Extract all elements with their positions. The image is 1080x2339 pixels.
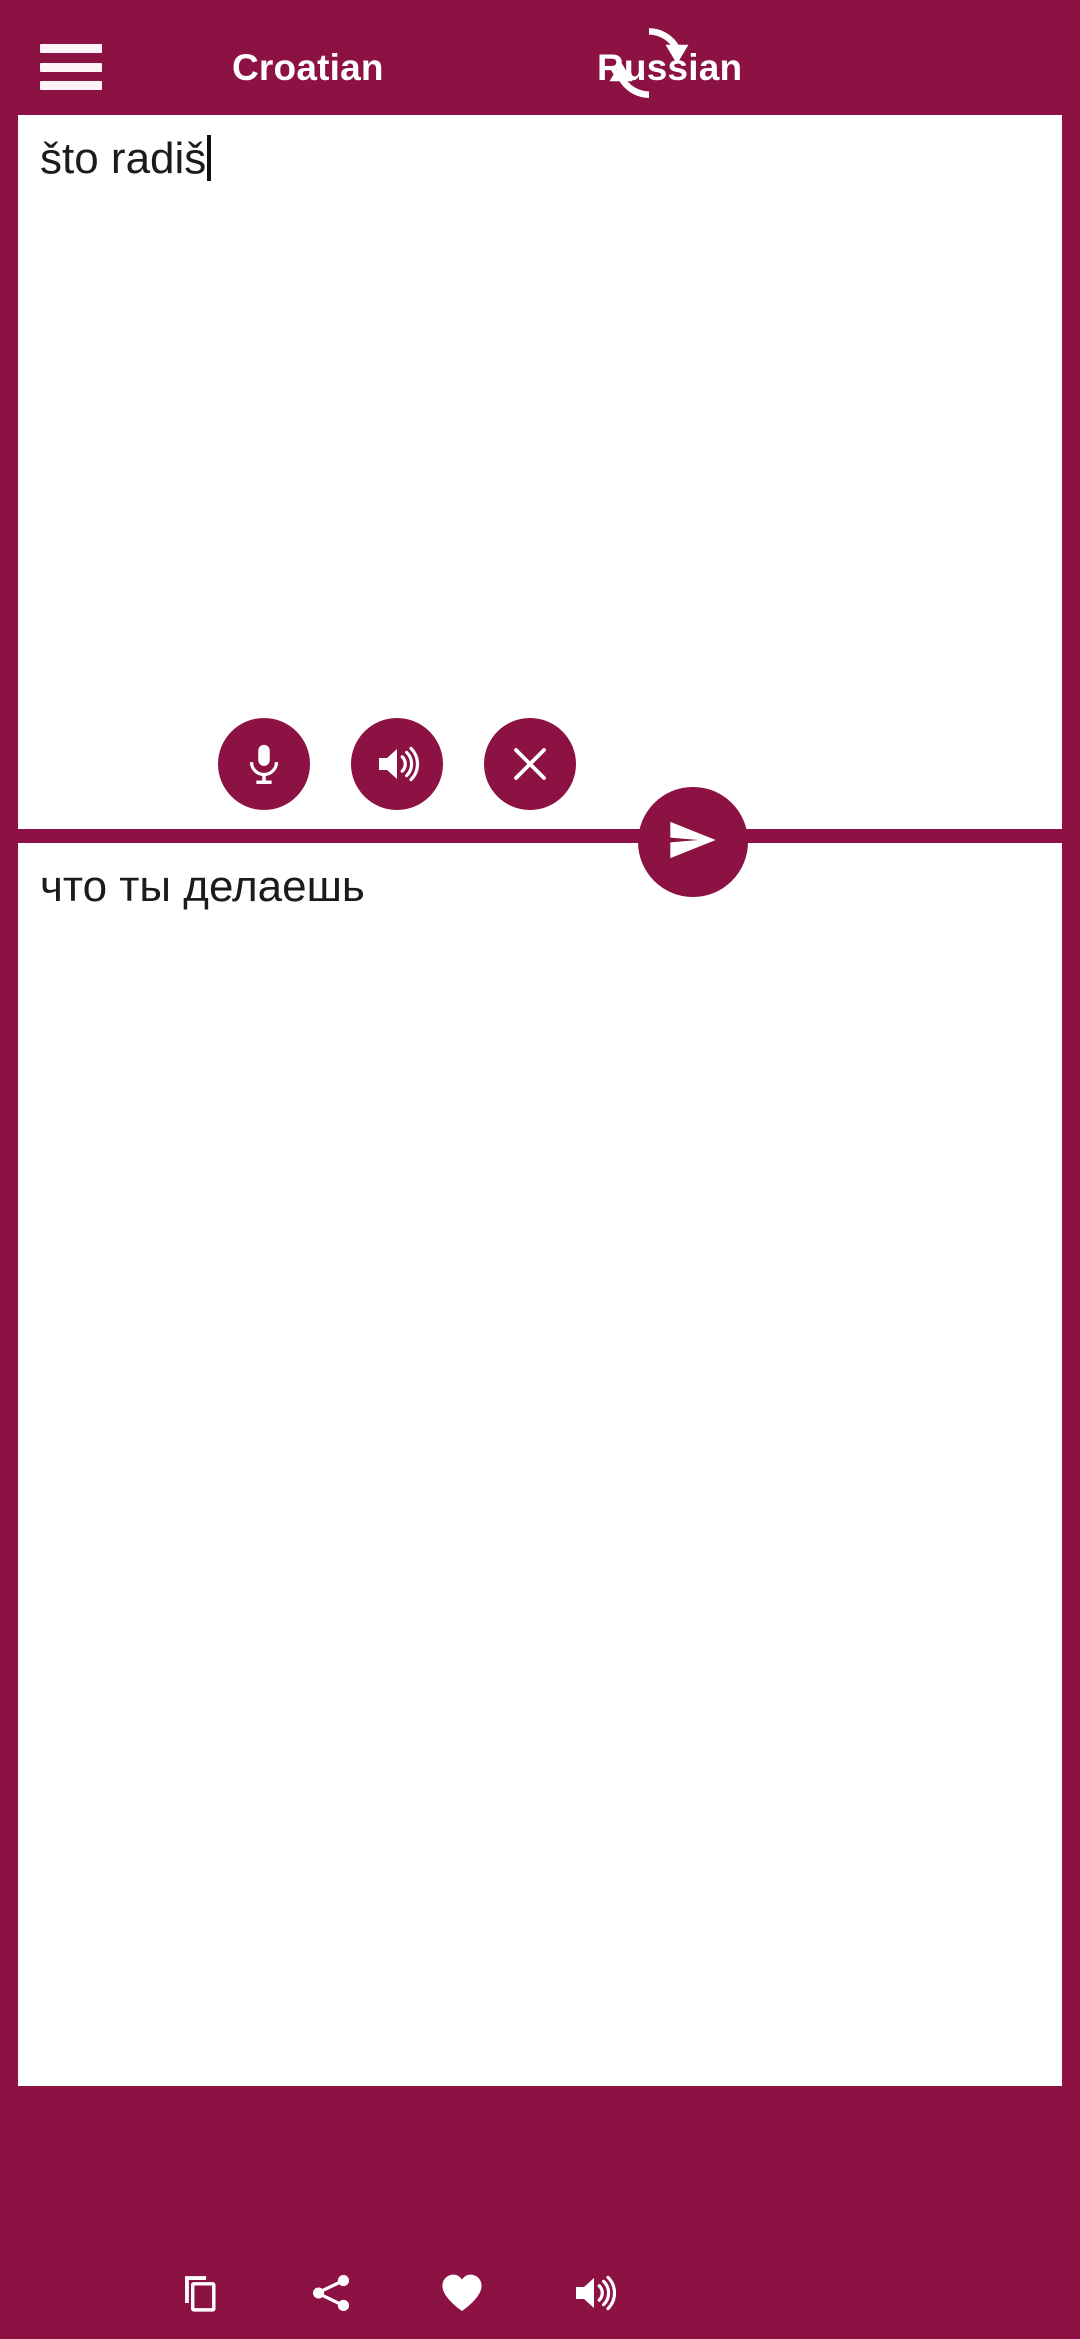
favorite-button[interactable]	[416, 2247, 508, 2339]
microphone-icon	[241, 741, 287, 787]
source-text-panel: što radiš	[18, 115, 1062, 829]
heart-icon	[437, 2268, 487, 2318]
share-icon	[308, 2270, 354, 2316]
app-header: Croatian Russian	[0, 0, 1080, 133]
source-text-value: što radiš	[40, 134, 207, 183]
menu-bar-3	[40, 81, 102, 90]
menu-bar-2	[40, 62, 102, 72]
translated-text-value: что ты делаешь	[40, 862, 365, 911]
clear-text-button[interactable]	[484, 718, 576, 810]
send-translate-button[interactable]	[638, 787, 748, 897]
translated-text-area: что ты делаешь	[18, 843, 1062, 913]
hamburger-menu-icon[interactable]	[40, 44, 102, 90]
source-language-selector[interactable]: Croatian	[232, 47, 384, 89]
copy-icon	[177, 2270, 223, 2316]
send-icon	[661, 808, 725, 877]
translated-text-panel: что ты делаешь	[18, 843, 1062, 2339]
target-language-selector[interactable]: Russian	[597, 47, 742, 89]
share-button[interactable]	[285, 2247, 377, 2339]
speaker-icon	[373, 740, 421, 788]
close-icon	[506, 740, 554, 788]
microphone-button[interactable]	[218, 718, 310, 810]
source-text-area[interactable]: što radiš	[18, 115, 1062, 185]
copy-button[interactable]	[154, 2247, 246, 2339]
menu-bar-1	[40, 44, 102, 53]
speaker-icon	[570, 2269, 618, 2317]
text-cursor	[207, 135, 212, 181]
speak-source-button[interactable]	[351, 718, 443, 810]
listen-translation-button[interactable]	[548, 2247, 640, 2339]
